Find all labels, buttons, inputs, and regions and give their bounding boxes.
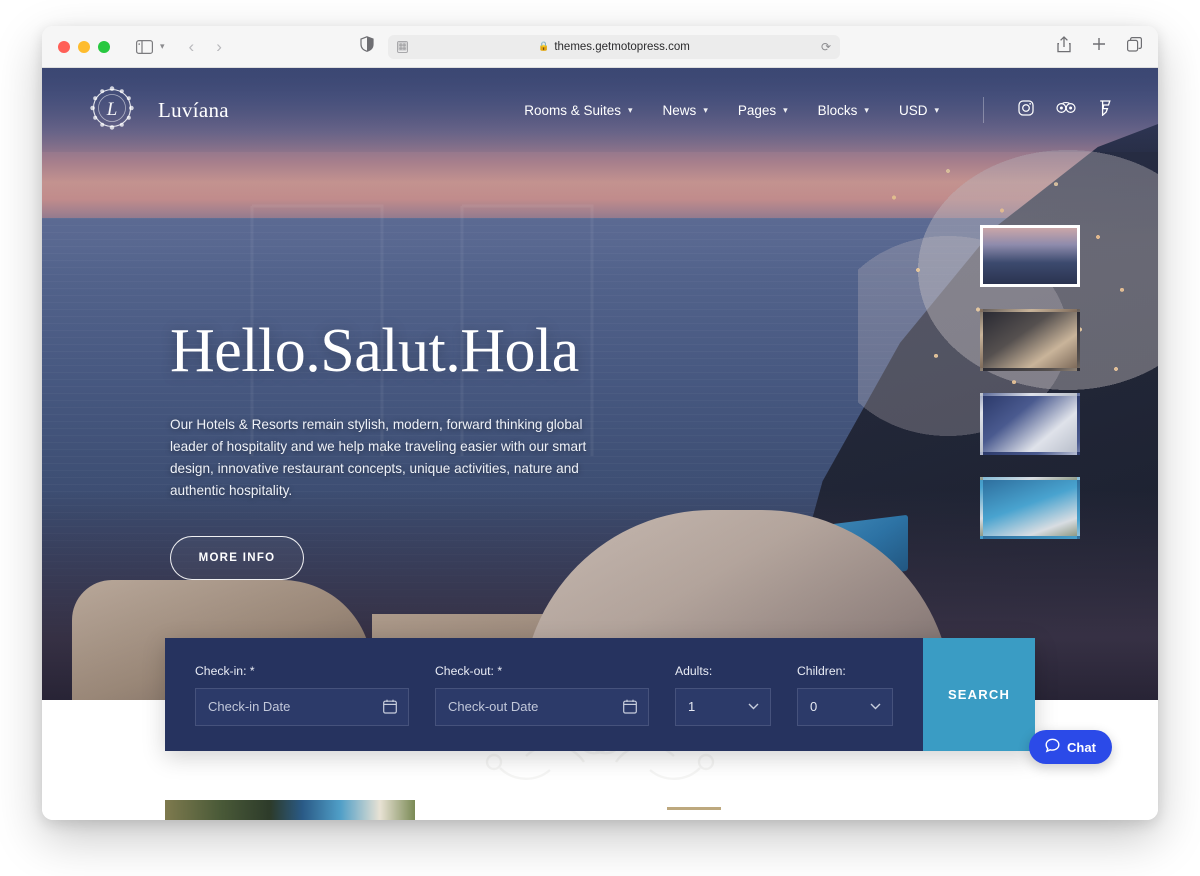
navigation-arrows: ‹ › — [189, 37, 222, 57]
field-adults: Adults: 1 — [675, 664, 771, 726]
hero-content: Hello.Salut.Hola Our Hotels & Resorts re… — [170, 317, 690, 581]
nav-item-pages[interactable]: Pages ▾ — [738, 103, 788, 118]
chevron-down-icon: ▾ — [934, 104, 939, 115]
checkin-placeholder: Check-in Date — [208, 699, 291, 714]
luviana-wreath-logo: L — [88, 84, 136, 137]
nav-label: Blocks — [817, 102, 858, 118]
brand-name: Luvíana — [158, 97, 229, 122]
thumb-hotel-room[interactable] — [980, 393, 1080, 455]
forward-arrow-icon[interactable]: › — [216, 37, 222, 57]
lock-icon: 🔒 — [538, 41, 550, 51]
nav-item-rooms-suites[interactable]: Rooms & Suites ▾ — [524, 103, 632, 118]
chevron-down-icon: ▾ — [628, 104, 633, 115]
instagram-icon[interactable] — [1018, 99, 1034, 121]
chat-bubble-icon — [1045, 738, 1060, 756]
browser-window: ▾ ‹ › ▦ 🔒 themes.getmotopress.com ⟳ L Lu… — [42, 26, 1158, 820]
chevron-down-icon: ▾ — [864, 104, 869, 115]
required-marker: * — [497, 663, 503, 678]
nav-item-currency-usd[interactable]: USD ▾ — [899, 103, 939, 118]
checkin-label-text: Check-in: — [195, 663, 247, 678]
window-controls — [58, 40, 110, 53]
toolbar-right-actions — [1057, 35, 1142, 58]
booking-fields: Check-in: * Check-in Date Check-out: * C… — [165, 638, 923, 751]
site-header: L Luvíana Rooms & Suites ▾ News ▾ Pages … — [42, 68, 1158, 152]
children-select[interactable]: 0 — [797, 687, 893, 726]
hero-title: Hello.Salut.Hola — [170, 317, 579, 385]
booking-search-form: Check-in: * Check-in Date Check-out: * C… — [165, 638, 1035, 751]
field-checkin: Check-in: * Check-in Date — [195, 664, 409, 726]
nav-divider — [983, 97, 984, 123]
adults-select[interactable]: 1 — [675, 687, 771, 726]
search-button[interactable]: SEARCH — [923, 638, 1035, 751]
required-marker: * — [249, 663, 255, 678]
foursquare-icon[interactable] — [1098, 99, 1112, 121]
url-text: themes.getmotopress.com — [554, 40, 690, 53]
nav-item-news[interactable]: News ▾ — [663, 103, 708, 118]
checkout-label: Check-out: * — [435, 664, 649, 678]
privacy-shield-icon[interactable] — [360, 36, 374, 57]
hero-thumbnail-list — [980, 225, 1080, 561]
nav-label: Rooms & Suites — [524, 102, 622, 118]
chevron-down-icon — [748, 703, 759, 710]
calendar-icon[interactable] — [383, 699, 397, 714]
sidebar-dropdown-icon[interactable]: ▾ — [160, 41, 165, 52]
nav-label: USD — [898, 102, 928, 118]
nav-item-blocks[interactable]: Blocks ▾ — [818, 103, 869, 118]
section-divider-rule — [667, 807, 721, 810]
reader-view-icon[interactable]: ▦ — [397, 40, 408, 53]
share-icon[interactable] — [1057, 35, 1071, 58]
nav-label: News — [662, 102, 697, 118]
chevron-down-icon: ▾ — [703, 104, 708, 115]
svg-text:L: L — [106, 99, 118, 120]
close-window-button[interactable] — [58, 40, 70, 53]
checkin-date-input[interactable]: Check-in Date — [195, 687, 409, 726]
new-tab-icon[interactable] — [1092, 37, 1106, 56]
main-navigation: Rooms & Suites ▾ News ▾ Pages ▾ Blocks ▾ — [524, 97, 1112, 123]
reload-icon[interactable]: ⟳ — [821, 40, 831, 54]
tripadvisor-icon[interactable] — [1056, 101, 1076, 119]
screenshot-root: ▾ ‹ › ▦ 🔒 themes.getmotopress.com ⟳ L Lu… — [0, 0, 1200, 876]
checkout-label-text: Check-out: — [435, 663, 494, 678]
minimize-window-button[interactable] — [78, 40, 90, 53]
checkout-date-input[interactable]: Check-out Date — [435, 687, 649, 726]
address-bar[interactable]: ▦ 🔒 themes.getmotopress.com ⟳ — [388, 34, 840, 59]
chat-label: Chat — [1067, 739, 1096, 755]
browser-toolbar: ▾ ‹ › ▦ 🔒 themes.getmotopress.com ⟳ — [42, 26, 1158, 68]
field-children: Children: 0 — [797, 664, 893, 726]
checkin-label: Check-in: * — [195, 664, 409, 678]
back-arrow-icon[interactable]: ‹ — [189, 37, 195, 57]
checkout-placeholder: Check-out Date — [448, 699, 539, 714]
chat-widget-button[interactable]: Chat — [1029, 730, 1112, 764]
hero-paragraph: Our Hotels & Resorts remain stylish, mod… — [170, 417, 587, 499]
brand[interactable]: L Luvíana — [88, 84, 229, 137]
sidebar-toggle-icon[interactable] — [136, 39, 153, 54]
address-area: ▦ 🔒 themes.getmotopress.com ⟳ — [360, 34, 840, 59]
field-checkout: Check-out: * Check-out Date — [435, 664, 649, 726]
tab-overview-icon[interactable] — [1127, 36, 1142, 57]
nav-label: Pages — [737, 102, 777, 118]
social-links — [1018, 99, 1112, 121]
adults-value: 1 — [688, 699, 696, 714]
thumb-restaurant-table[interactable] — [980, 309, 1080, 371]
chevron-down-icon — [870, 703, 881, 710]
calendar-icon[interactable] — [623, 699, 637, 714]
chevron-down-icon: ▾ — [783, 104, 788, 115]
content-image-strip — [165, 800, 415, 820]
thumb-sea-village[interactable] — [980, 477, 1080, 539]
maximize-window-button[interactable] — [98, 40, 110, 53]
more-info-button[interactable]: MORE INFO — [170, 536, 304, 581]
thumb-sunset-caldera[interactable] — [980, 225, 1080, 287]
children-label: Children: — [797, 663, 846, 678]
adults-label: Adults: — [675, 663, 713, 678]
page-viewport: L Luvíana Rooms & Suites ▾ News ▾ Pages … — [42, 68, 1158, 820]
children-value: 0 — [810, 699, 818, 714]
